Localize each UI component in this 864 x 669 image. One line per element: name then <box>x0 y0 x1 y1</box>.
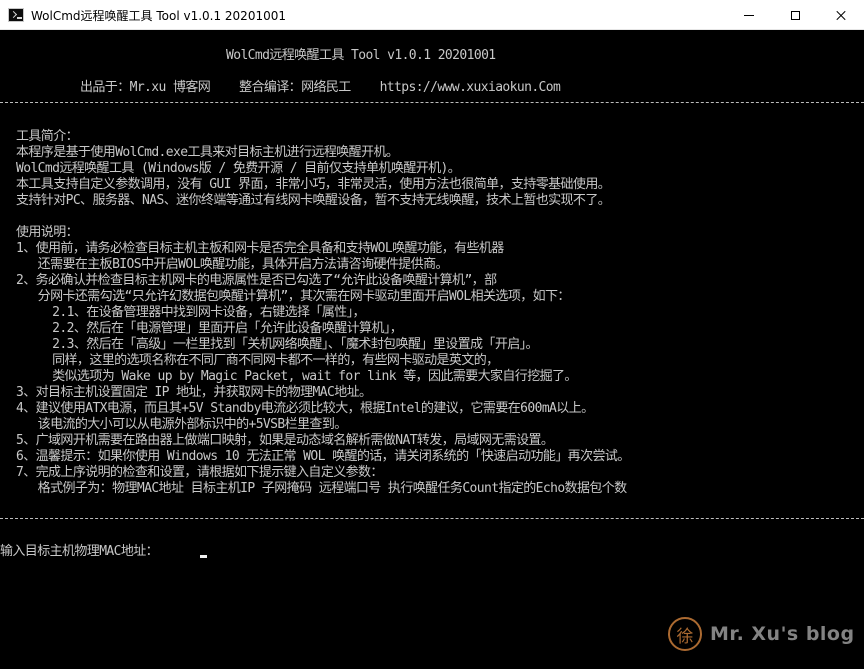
window-title: WolCmd远程唤醒工具 Tool v1.0.1 20201001 <box>31 9 286 23</box>
intro-line: WolCmd远程唤醒工具 (Windows版 / 免费开源 / 目前仅支持单机唤… <box>16 161 461 176</box>
usage-heading: 使用说明： <box>16 225 79 240</box>
usage-line: 类似选项为 Wake up by Magic Packet, wait for … <box>16 369 577 384</box>
usage-line: 2.1、在设备管理器中找到网卡设备，右键选择「属性」， <box>16 305 365 320</box>
close-button[interactable] <box>818 0 864 30</box>
usage-line: 3、对目标主机设置固定 IP 地址，并获取网卡的物理MAC地址。 <box>16 385 372 400</box>
bottom-divider <box>0 518 864 519</box>
console-window: WolCmd远程唤醒工具 Tool v1.0.1 20201001 WolCmd… <box>0 0 864 669</box>
usage-line: 还需要在主板BIOS中开启WOL唤醒功能，具体开启方法请咨询硬件提供商。 <box>16 257 449 272</box>
close-icon <box>835 9 847 21</box>
usage-line: 6、温馨提示：如果你使用 Windows 10 无法正常 WOL 唤醒的话，请关… <box>16 449 630 464</box>
usage-line: 2、务必确认并检查目标主机网卡的电源属性是否已勾选了“允许此设备唤醒计算机”，部 <box>16 273 497 288</box>
console-icon <box>8 8 24 22</box>
minimize-icon <box>744 14 754 16</box>
usage-line: 格式例子为：物理MAC地址 目标主机IP 子网掩码 远程端口号 执行唤醒任务Co… <box>16 481 627 496</box>
console-output[interactable]: WolCmd远程唤醒工具 Tool v1.0.1 20201001 出品于：Mr… <box>0 30 864 669</box>
header-credits: 出品于：Mr.xu 博客网 整合编译：网络民工 https://www.xuxi… <box>80 80 561 95</box>
header-title: WolCmd远程唤醒工具 Tool v1.0.1 20201001 <box>226 48 496 63</box>
maximize-icon <box>790 10 800 20</box>
blog-watermark-text: Mr. Xu's blog <box>710 623 855 645</box>
usage-line: 2.2、然后在「电源管理」里面开启「允许此设备唤醒计算机」， <box>16 321 403 336</box>
usage-line: 1、使用前，请务必检查目标主机主板和网卡是否完全具备和支持WOL唤醒功能，有些机… <box>16 241 504 256</box>
intro-line: 本程序是基于使用WolCmd.exe工具来对目标主机进行远程唤醒开机。 <box>16 145 399 160</box>
top-divider <box>0 102 864 103</box>
usage-line: 4、建议使用ATX电源，而且其+5V Standby电流必须比较大，根据Inte… <box>16 401 594 416</box>
blog-watermark: 徐 Mr. Xu's blog <box>668 614 855 654</box>
usage-line: 5、广域网开机需要在路由器上做端口映射，如果是动态域名解析需做NAT转发，局域网… <box>16 433 554 448</box>
minimize-button[interactable] <box>726 0 772 30</box>
intro-line: 支持针对PC、服务器、NAS、迷你终端等通过有线网卡唤醒设备，暂不支持无线唤醒，… <box>16 193 611 208</box>
usage-line: 7、完成上序说明的检查和设置，请根据如下提示键入自定义参数： <box>16 465 383 480</box>
usage-line: 该电流的大小可以从电源外部标识中的+5VSB栏里查到。 <box>16 417 348 432</box>
intro-line: 本工具支持自定义参数调用，没有 GUI 界面，非常小巧，非常灵活，使用方法也很简… <box>16 177 611 192</box>
blog-logo-icon: 徐 <box>668 617 702 651</box>
usage-line: 分网卡还需勾选“只允许幻数据包唤醒计算机”，其次需在网卡驱动里面开启WOL相关选… <box>16 289 571 304</box>
intro-heading: 工具简介： <box>16 129 79 144</box>
mac-address-prompt: 输入目标主机物理MAC地址： <box>0 544 159 559</box>
title-bar[interactable]: WolCmd远程唤醒工具 Tool v1.0.1 20201001 <box>0 0 864 30</box>
usage-line: 同样，这里的选项名称在不同厂商不同网卡都不一样的，有些网卡驱动是英文的， <box>16 353 499 368</box>
usage-line: 2.3、然后在「高级」一栏里找到「关机网络唤醒」、「魔术封包唤醒」里设置成「开启… <box>16 337 538 352</box>
text-cursor[interactable] <box>200 555 207 558</box>
maximize-button[interactable] <box>772 0 818 30</box>
